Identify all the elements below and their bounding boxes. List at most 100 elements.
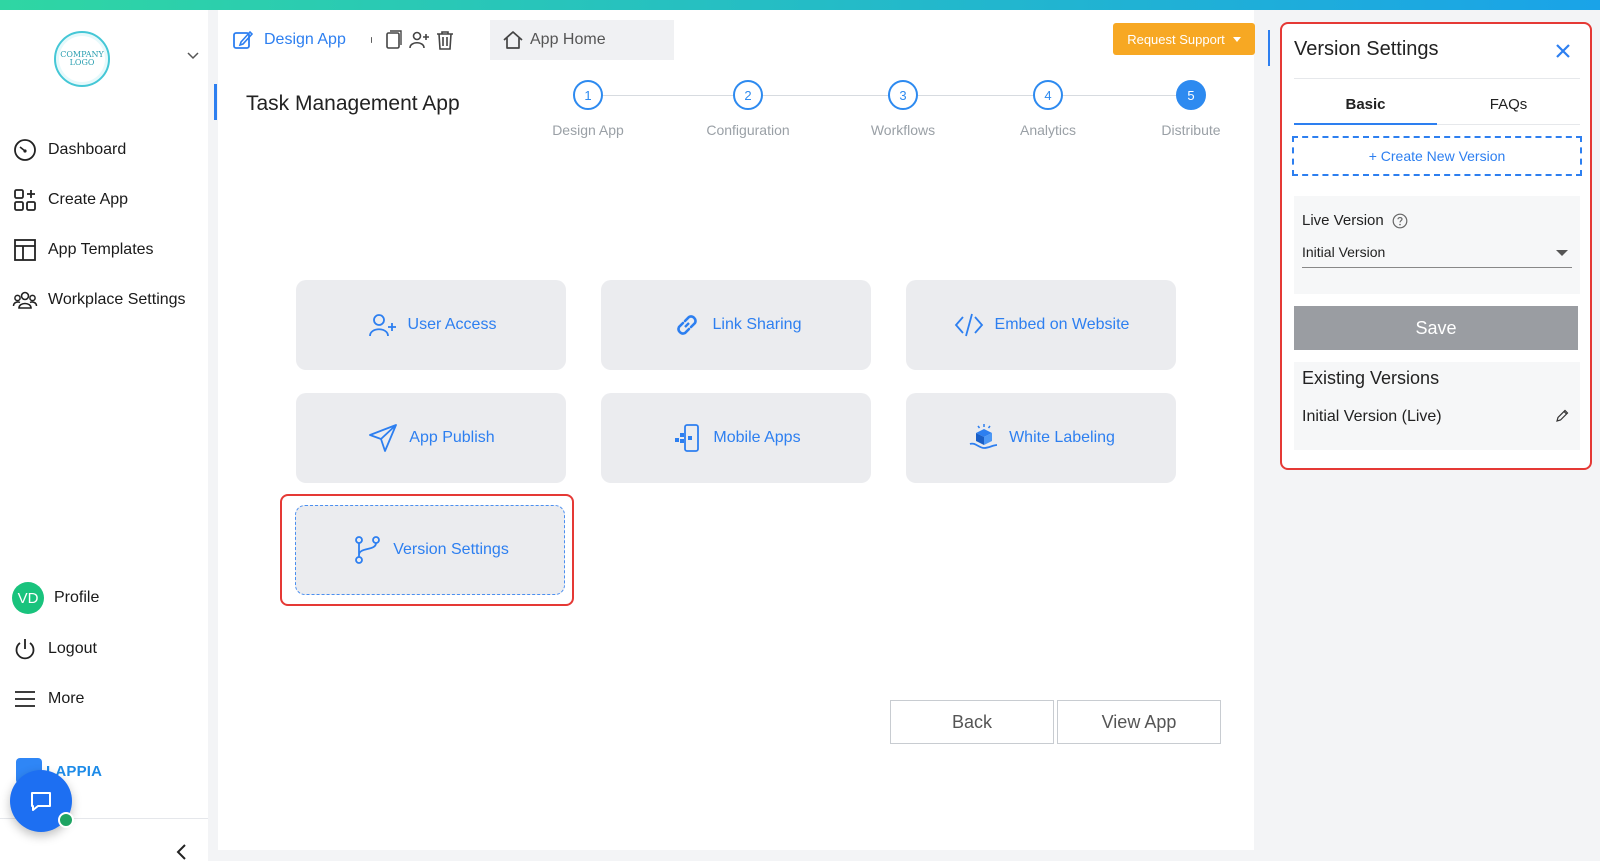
users-group-icon	[12, 291, 38, 309]
label-box-icon	[969, 424, 998, 449]
user-access-card[interactable]: User Access	[296, 280, 566, 370]
add-user-icon[interactable]	[408, 29, 430, 51]
code-icon	[954, 313, 983, 337]
card-label: App Publish	[409, 429, 495, 446]
gauge-icon	[14, 139, 36, 161]
save-button[interactable]: Save	[1294, 306, 1578, 350]
chevron-left-icon[interactable]	[174, 842, 190, 861]
panel-divider-line	[1294, 78, 1580, 79]
company-logo[interactable]: COMPANY LOGO	[54, 31, 110, 87]
tab-basic[interactable]: Basic	[1294, 96, 1437, 113]
tab-label: App Home	[530, 31, 606, 48]
main-content: Design App App Home Request Support Task…	[214, 10, 1255, 850]
sidebar: COMPANY LOGO Dashboard Create App App Tem…	[0, 10, 208, 861]
live-version-select[interactable]: Initial Version	[1302, 244, 1572, 268]
step-distribute[interactable]: 5 Distribute	[1131, 80, 1251, 138]
white-labeling-card[interactable]: White Labeling	[906, 393, 1176, 483]
send-icon	[369, 424, 398, 452]
sidebar-item-label: Dashboard	[48, 141, 127, 158]
tab-label: Design App	[264, 31, 346, 48]
step-analytics[interactable]: 4 Analytics	[988, 80, 1108, 138]
tab-faqs[interactable]: FAQs	[1437, 96, 1580, 113]
back-button[interactable]: Back	[890, 700, 1054, 744]
sidebar-item-more[interactable]: More	[12, 686, 84, 712]
trash-icon[interactable]	[434, 29, 456, 51]
existing-versions-section: Existing Versions Initial Version (Live)	[1294, 362, 1580, 450]
mobile-app-icon	[675, 424, 700, 452]
git-branch-icon	[355, 536, 381, 564]
existing-versions-title: Existing Versions	[1302, 368, 1440, 388]
mobile-apps-card[interactable]: Mobile Apps	[601, 393, 871, 483]
request-support-button[interactable]: Request Support	[1113, 23, 1255, 55]
page-title: Task Management App	[246, 92, 460, 115]
add-user-icon	[368, 314, 396, 337]
step-number: 3	[888, 80, 918, 110]
tab-design-app[interactable]: Design App	[232, 20, 346, 60]
sidebar-item-dashboard[interactable]: Dashboard	[12, 137, 126, 163]
step-design-app[interactable]: 1 Design App	[528, 80, 648, 138]
tab-app-home[interactable]: App Home	[490, 20, 674, 60]
card-label: Embed on Website	[994, 316, 1130, 333]
step-label: Configuration	[706, 122, 790, 138]
step-label: Distribute	[1161, 122, 1221, 138]
home-icon	[503, 31, 523, 49]
active-tab-indicator	[1294, 123, 1437, 125]
view-app-button[interactable]: View App	[1057, 700, 1221, 744]
live-version-section: Live Version Initial Version	[1294, 196, 1580, 294]
step-label: Workflows	[870, 122, 936, 138]
step-label: Design App	[552, 122, 624, 138]
pencil-icon[interactable]	[1554, 408, 1570, 424]
link-sharing-card[interactable]: Link Sharing	[601, 280, 871, 370]
sidebar-item-label: App Templates	[48, 241, 154, 258]
list-item: Initial Version (Live)	[1302, 408, 1442, 425]
caret-down-icon	[1232, 36, 1241, 42]
sidebar-item-workplace-settings[interactable]: Workplace Settings	[12, 287, 186, 313]
power-icon	[15, 639, 35, 660]
toolbar	[370, 29, 456, 51]
embed-website-card[interactable]: Embed on Website	[906, 280, 1176, 370]
help-icon[interactable]	[1392, 213, 1408, 229]
create-new-version-button[interactable]: + Create New Version	[1292, 136, 1582, 176]
step-number: 2	[733, 80, 763, 110]
live-version-label: Live Version	[1302, 212, 1408, 229]
sidebar-item-create-app[interactable]: Create App	[12, 187, 128, 213]
sidebar-item-app-templates[interactable]: App Templates	[12, 237, 154, 263]
sidebar-item-logout[interactable]: Logout	[12, 636, 97, 662]
app-publish-card[interactable]: App Publish	[296, 393, 566, 483]
sidebar-item-label: Workplace Settings	[48, 291, 186, 308]
step-number: 4	[1033, 80, 1063, 110]
edit-icon	[233, 30, 254, 49]
selected-value: Initial Version	[1302, 244, 1386, 260]
card-label: Version Settings	[393, 541, 509, 558]
field-label: Live Version	[1302, 212, 1384, 229]
sidebar-item-label: Logout	[48, 640, 97, 657]
chevron-down-icon[interactable]	[186, 48, 200, 62]
step-number: 1	[573, 80, 603, 110]
template-icon	[14, 239, 36, 261]
title-accent	[214, 84, 217, 120]
sidebar-item-label: Profile	[54, 589, 100, 606]
add-grid-icon	[14, 189, 36, 211]
sidebar-item-profile[interactable]: VD Profile	[12, 582, 99, 614]
button-label: Request Support	[1127, 31, 1225, 47]
close-icon[interactable]	[1552, 40, 1574, 62]
panel-title: Version Settings	[1294, 38, 1439, 60]
copy-icon[interactable]	[382, 29, 404, 51]
online-status-dot	[58, 812, 74, 828]
step-workflows[interactable]: 3 Workflows	[843, 80, 963, 138]
link-icon	[676, 315, 697, 335]
panel-divider	[1268, 30, 1270, 66]
logo-text-2: LOGO	[69, 58, 95, 67]
version-settings-panel: Version Settings Basic FAQs + Create New…	[1280, 22, 1592, 470]
sidebar-item-label: More	[48, 690, 85, 707]
step-number: 5	[1176, 80, 1206, 110]
card-label: Link Sharing	[712, 316, 802, 333]
card-label: White Labeling	[1009, 429, 1115, 446]
sidebar-item-label: Create App	[48, 191, 129, 208]
step-configuration[interactable]: 2 Configuration	[688, 80, 808, 138]
top-accent-bar	[0, 0, 1600, 10]
card-label: Mobile Apps	[713, 429, 801, 446]
chat-icon	[31, 792, 51, 811]
version-settings-card[interactable]: Version Settings	[295, 505, 565, 595]
avatar: VD	[12, 582, 44, 614]
